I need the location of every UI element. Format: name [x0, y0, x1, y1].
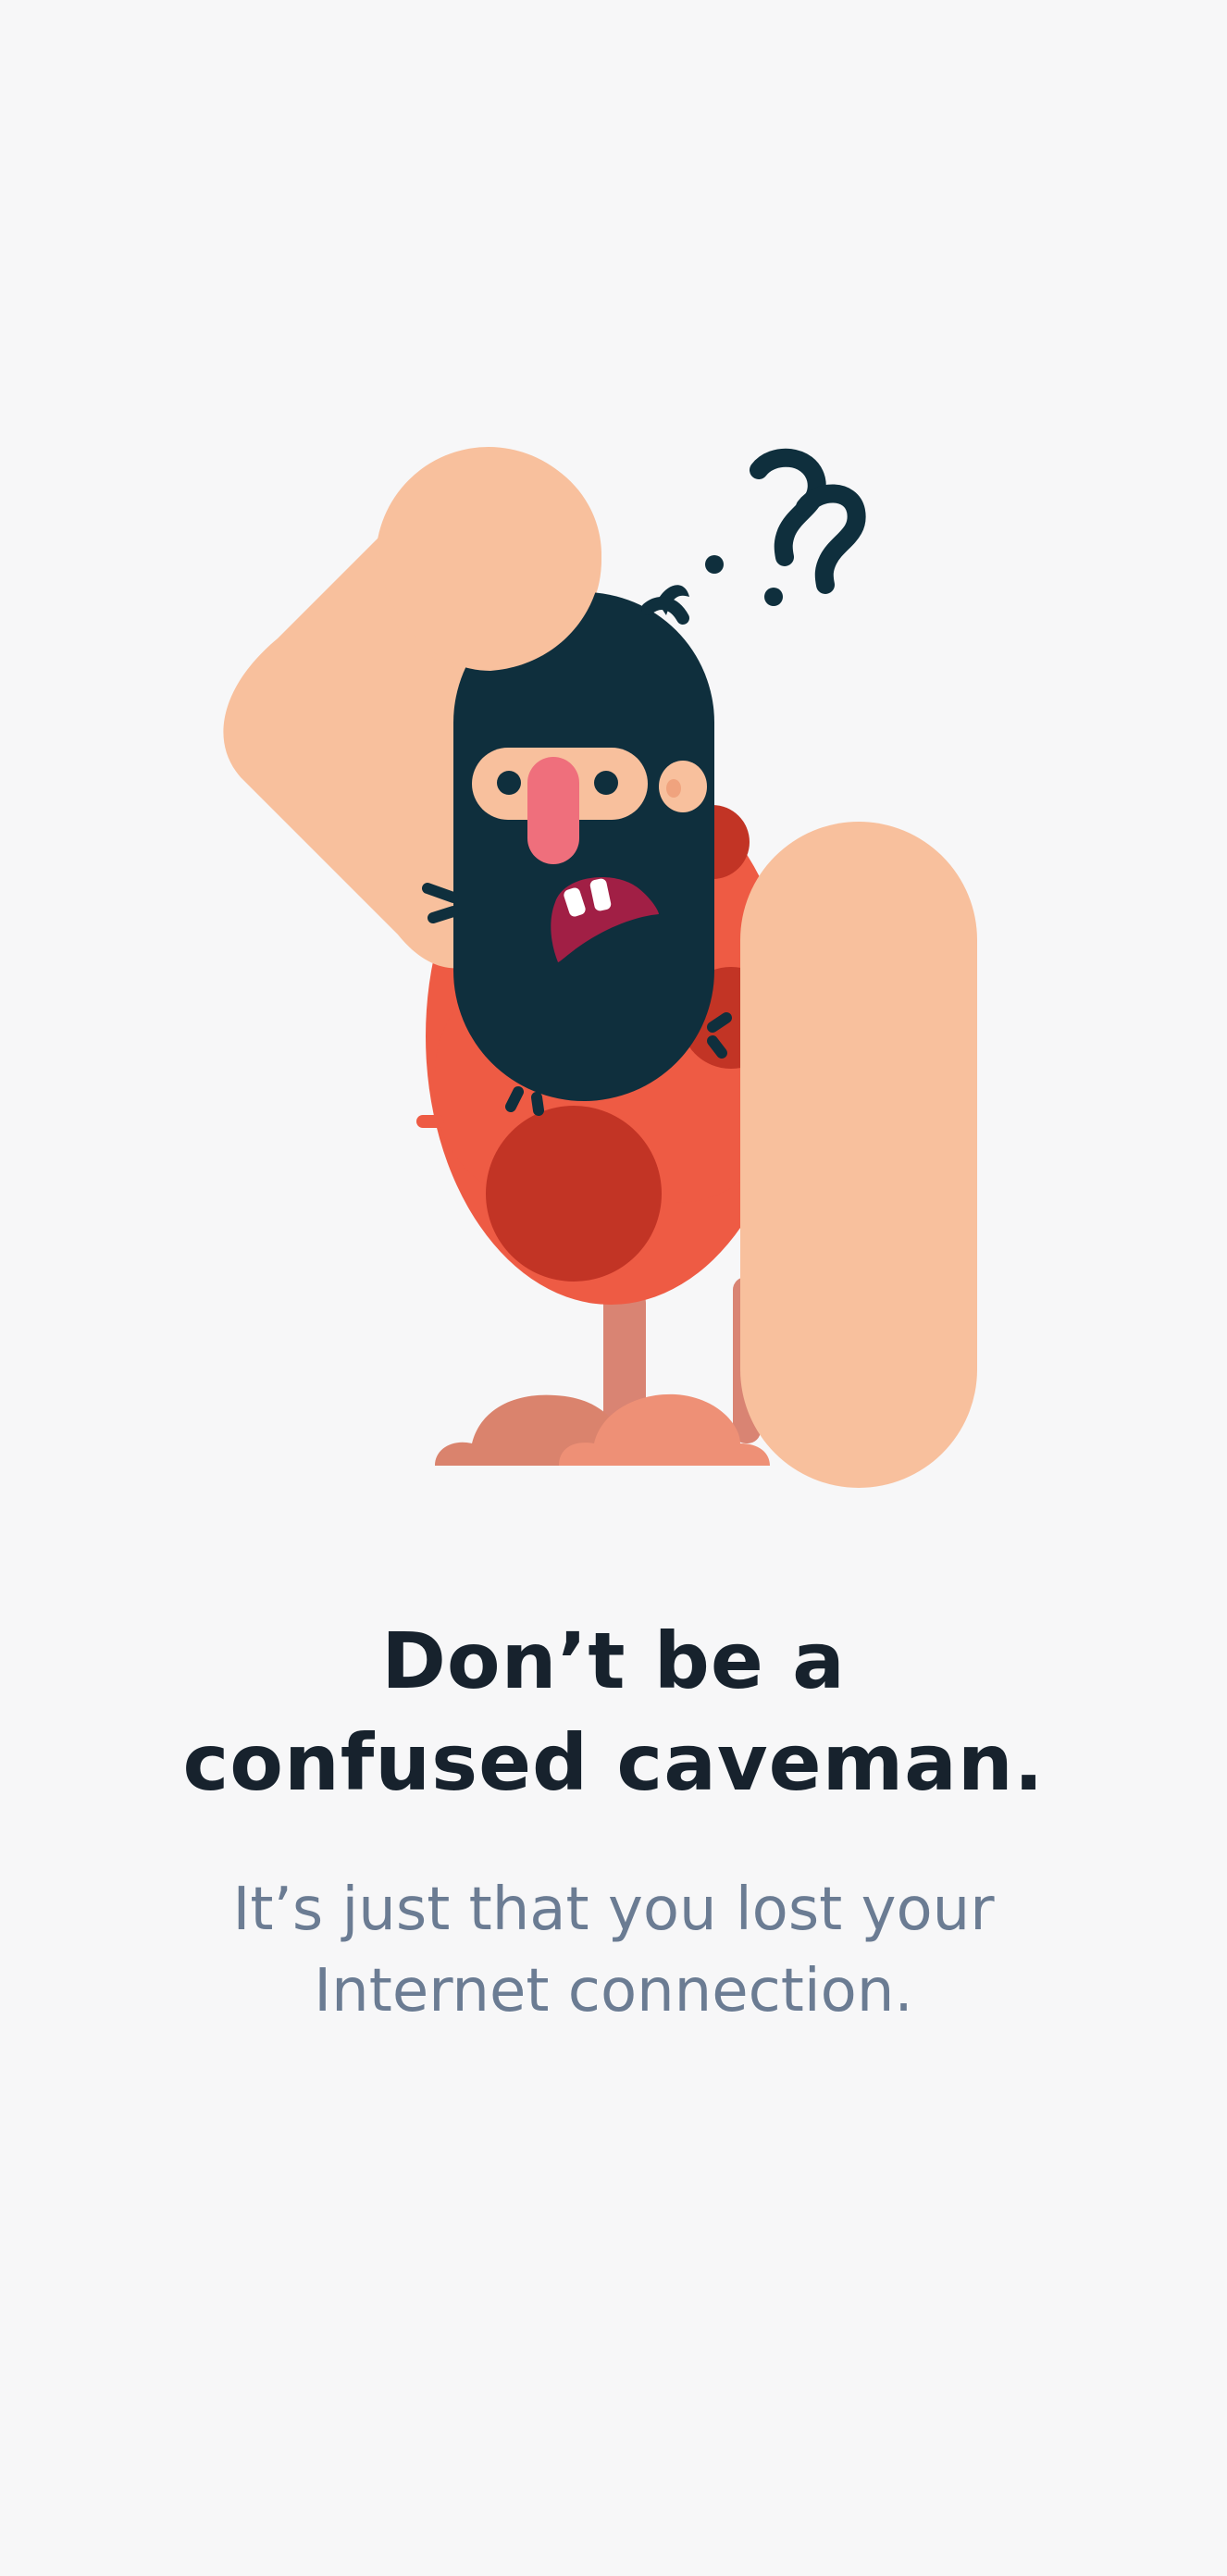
error-subtitle-line-1: It’s just that you lost your	[232, 1876, 995, 1944]
error-title-line-2: confused caveman.	[182, 1717, 1045, 1808]
tunic-tuft	[416, 1115, 444, 1128]
error-title-line-1: Don’t be a	[381, 1616, 846, 1706]
tunic-spot-large	[486, 1106, 662, 1282]
nose	[527, 757, 579, 864]
caveman-svg	[223, 447, 977, 1488]
error-subtitle: It’s just that you lost your Internet co…	[0, 1869, 1227, 2032]
ear-inner	[666, 779, 681, 798]
question-dot-1	[705, 555, 724, 574]
confused-caveman-illustration	[0, 0, 1227, 1517]
offline-screen: Don’t be a confused caveman. It’s just t…	[0, 0, 1227, 2576]
right-eye	[594, 771, 618, 795]
error-title: Don’t be a confused caveman.	[0, 1610, 1227, 1814]
left-eye	[497, 771, 521, 795]
question-dot-2	[764, 588, 783, 606]
lowered-arm	[740, 822, 977, 1488]
error-subtitle-line-2: Internet connection.	[314, 1957, 913, 2025]
question-marks-icon	[750, 448, 866, 594]
ear	[659, 761, 707, 812]
